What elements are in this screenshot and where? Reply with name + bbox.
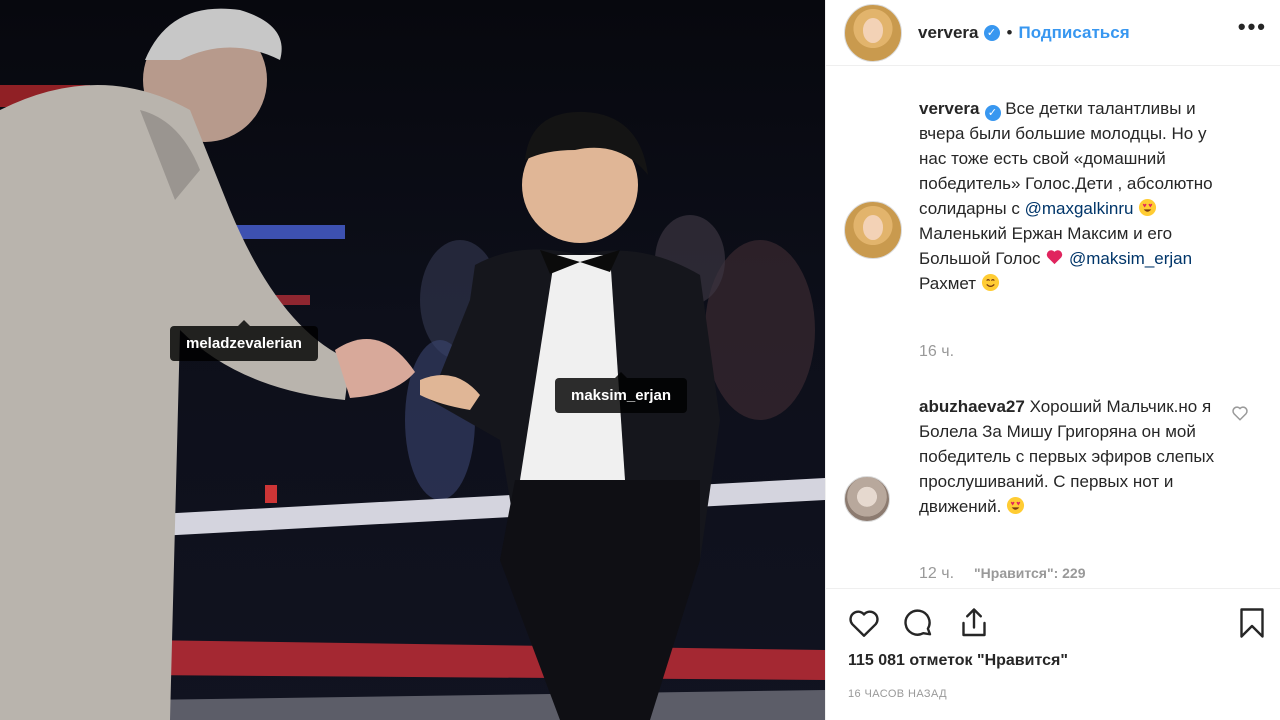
user-tag-maksim-erjan[interactable]: maksim_erjan [555, 372, 688, 413]
verified-badge-icon: ✓ [984, 105, 1001, 121]
commenter-username[interactable]: abuzhaeva27 [919, 397, 1025, 416]
mention-maxgalkinru[interactable]: @maxgalkinru [1025, 199, 1134, 218]
comment-time: 12 ч. [919, 565, 955, 582]
comment-likes[interactable]: "Нравится": 229 [974, 565, 1085, 581]
post-timestamp: 16 ЧАСОВ НАЗАД [848, 688, 947, 700]
post-image [0, 8, 825, 720]
post-header: ververa ✓ • Подписаться ••• [826, 0, 1280, 66]
heart-icon[interactable] [846, 605, 882, 641]
heart-eyes-emoji-icon [1139, 198, 1157, 217]
caption-body-3: Рахмет [919, 274, 977, 293]
bookmark-icon[interactable] [1234, 605, 1270, 641]
commenter-avatar[interactable] [844, 476, 890, 522]
more-options-icon[interactable]: ••• [1238, 14, 1267, 40]
post-sidebar: ververa ✓ • Подписаться ••• ververa ✓ Все… [825, 0, 1280, 720]
red-heart-emoji-icon [1047, 250, 1063, 265]
caption-username[interactable]: ververa [919, 99, 980, 118]
user-tag-meladzevalerian[interactable]: meladzevalerian [170, 320, 318, 361]
comment-icon[interactable] [900, 605, 936, 641]
comment-like-heart-icon[interactable] [1231, 404, 1249, 422]
post-photo[interactable]: meladzevalerian maksim_erjan [0, 0, 825, 720]
separator-dot: • [1006, 22, 1013, 42]
heart-eyes-emoji-icon [1007, 496, 1025, 515]
caption-avatar[interactable] [844, 201, 902, 259]
share-icon[interactable] [956, 605, 992, 641]
comments-list[interactable]: ververa ✓ Все детки талантливы и вчера бы… [826, 66, 1280, 588]
likes-count[interactable]: 115 081 отметок "Нравится" [848, 652, 1068, 670]
verified-badge-icon: ✓ [983, 24, 1000, 41]
author-username[interactable]: ververa [918, 23, 979, 43]
comment-text: abuzhaeva27 Хороший Мальчик.но я Болела … [919, 394, 1229, 519]
comment-meta: 12 ч. "Нравится": 229 [919, 565, 1086, 583]
follow-button[interactable]: Подписаться [1018, 23, 1129, 43]
author-avatar[interactable] [844, 3, 902, 62]
smiling-hug-emoji-icon [981, 273, 999, 292]
caption-time: 16 ч. [919, 343, 955, 360]
mention-maksim-erjan[interactable]: @maksim_erjan [1069, 249, 1192, 268]
caption-text: ververa ✓ Все детки талантливы и вчера бы… [919, 96, 1229, 296]
